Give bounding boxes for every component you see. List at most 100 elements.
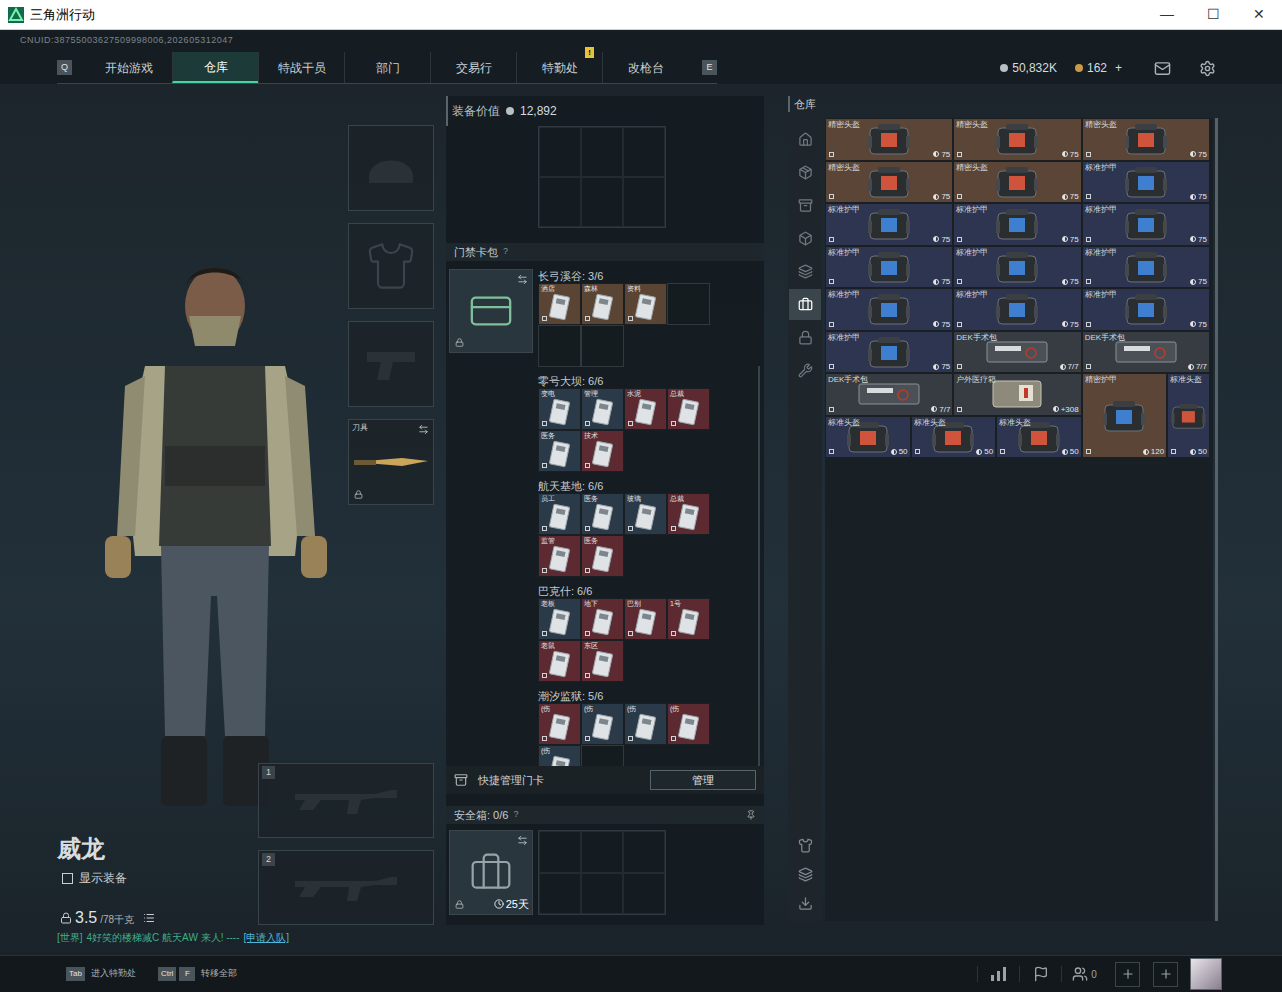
- keycard[interactable]: 员工: [538, 493, 581, 535]
- keycard[interactable]: 变电: [538, 388, 581, 430]
- warehouse-item[interactable]: 标准护甲75: [1082, 203, 1210, 246]
- warehouse-item[interactable]: 标准护甲75: [825, 246, 953, 289]
- warehouse-tab[interactable]: [789, 223, 821, 254]
- manage-button[interactable]: 管理: [650, 770, 756, 790]
- warehouse-item[interactable]: 精密头盔75: [1082, 118, 1210, 161]
- sort-icon[interactable]: [798, 896, 813, 911]
- keycard[interactable]: 酒店: [538, 283, 581, 325]
- warehouse-tab[interactable]: [789, 256, 821, 287]
- keycard[interactable]: 医务: [538, 430, 581, 472]
- nav-tab[interactable]: 交易行: [430, 52, 516, 83]
- layers-icon[interactable]: [798, 867, 813, 882]
- safe-box[interactable]: 25天: [449, 830, 533, 915]
- warehouse-item[interactable]: 标准头盔50: [1167, 373, 1210, 458]
- warehouse-item[interactable]: 标准护甲75: [825, 331, 953, 374]
- swap-icon[interactable]: [517, 274, 528, 285]
- keycard[interactable]: 东区: [581, 640, 624, 682]
- weapon-slot[interactable]: 2: [258, 850, 434, 925]
- nav-tab[interactable]: 特勤处!: [516, 52, 602, 83]
- nav-tab[interactable]: 特战干员: [258, 52, 344, 83]
- settings-icon[interactable]: [1199, 60, 1216, 77]
- join-team-link[interactable]: [申请入队]: [244, 931, 290, 945]
- nav-tab[interactable]: 部门: [344, 52, 430, 83]
- helmet-slot[interactable]: [348, 125, 434, 211]
- keycard[interactable]: 资料: [624, 283, 667, 325]
- warehouse-item[interactable]: 标准护甲75: [953, 203, 1081, 246]
- warehouse-item[interactable]: 精密头盔75: [825, 161, 953, 204]
- show-equipment[interactable]: 显示装备: [62, 869, 258, 887]
- warehouse-item[interactable]: 标准头盔50: [825, 416, 911, 459]
- warehouse-scrollbar[interactable]: [1215, 118, 1218, 921]
- keycard[interactable]: 老鼠: [538, 640, 581, 682]
- warehouse-item[interactable]: DEK手术包7/7: [825, 373, 953, 416]
- help-mark[interactable]: ?: [503, 245, 508, 259]
- warehouse-item[interactable]: 标准头盔50: [996, 416, 1082, 459]
- friends-icon[interactable]: [1072, 966, 1088, 982]
- keycard[interactable]: 地下: [581, 598, 624, 640]
- pistol-slot[interactable]: [348, 321, 434, 407]
- armor-slot[interactable]: [348, 223, 434, 309]
- warehouse-item[interactable]: 标准护甲75: [1082, 161, 1210, 204]
- warehouse-tab[interactable]: [789, 124, 821, 155]
- keycard[interactable]: 老板: [538, 598, 581, 640]
- window-control[interactable]: —: [1144, 0, 1190, 29]
- window-control[interactable]: ✕: [1236, 0, 1282, 29]
- nav-tab[interactable]: 改枪台: [602, 52, 688, 83]
- warehouse-tab[interactable]: [789, 322, 821, 353]
- knife-slot[interactable]: 刀具: [348, 419, 434, 505]
- help-mark[interactable]: ?: [513, 808, 518, 822]
- warehouse-item[interactable]: 精密头盔75: [953, 161, 1081, 204]
- keycard[interactable]: 技术: [581, 430, 624, 472]
- swap-icon[interactable]: [517, 835, 528, 846]
- keycard-pack[interactable]: [449, 269, 533, 353]
- keycard[interactable]: 总裁: [667, 493, 710, 535]
- warehouse-item[interactable]: 标准护甲75: [1082, 246, 1210, 289]
- warehouse-item[interactable]: 标准护甲75: [825, 203, 953, 246]
- currency-add[interactable]: +: [1115, 59, 1122, 77]
- warehouse-tab[interactable]: [789, 157, 821, 188]
- keycard[interactable]: (伤: [624, 703, 667, 745]
- nav-left-key[interactable]: Q: [57, 60, 72, 75]
- warehouse-tab[interactable]: [789, 355, 821, 386]
- warehouse-item[interactable]: 户外医疗箱+308: [953, 373, 1081, 416]
- keycard[interactable]: (伤: [667, 703, 710, 745]
- key-hint[interactable]: Tab进入特勤处: [66, 967, 136, 981]
- keycard[interactable]: 巴别: [624, 598, 667, 640]
- warehouse-item[interactable]: 标准护甲75: [953, 288, 1081, 331]
- stats-icon[interactable]: [990, 966, 1008, 982]
- warehouse-item[interactable]: 标准护甲75: [953, 246, 1081, 289]
- warehouse-item[interactable]: 精密头盔75: [825, 118, 953, 161]
- warehouse-item[interactable]: 精密头盔75: [953, 118, 1081, 161]
- pin-icon[interactable]: [746, 810, 756, 820]
- player-avatar[interactable]: [1190, 958, 1222, 990]
- keycard[interactable]: (伤: [538, 703, 581, 745]
- keycard[interactable]: 玻璃: [624, 493, 667, 535]
- warehouse-item[interactable]: DEK手术包7/7: [1082, 331, 1210, 374]
- keycard[interactable]: 医务: [581, 493, 624, 535]
- keycard[interactable]: 总裁: [667, 388, 710, 430]
- window-control[interactable]: ☐: [1190, 0, 1236, 29]
- flag-icon[interactable]: [1033, 966, 1049, 982]
- invite-slot[interactable]: [1115, 962, 1140, 987]
- keycard[interactable]: (伤: [581, 703, 624, 745]
- mail-icon[interactable]: [1154, 60, 1171, 77]
- nav-right-key[interactable]: E: [702, 60, 717, 75]
- warehouse-tab[interactable]: [789, 190, 821, 221]
- keycard[interactable]: 监管: [538, 535, 581, 577]
- keycard[interactable]: (伤: [538, 745, 581, 766]
- warehouse-tab[interactable]: [789, 289, 821, 320]
- warehouse-item[interactable]: 精密护甲120: [1082, 373, 1168, 458]
- key-hint[interactable]: CtrlF转移全部: [158, 967, 237, 981]
- keycard[interactable]: 医务: [581, 535, 624, 577]
- warehouse-item[interactable]: DEK手术包7/7: [953, 331, 1081, 374]
- keycard[interactable]: 1号: [667, 598, 710, 640]
- list-icon[interactable]: [143, 912, 155, 924]
- outfit-icon[interactable]: [798, 838, 813, 853]
- warehouse-item[interactable]: 标准护甲75: [1082, 288, 1210, 331]
- invite-slot[interactable]: [1153, 962, 1178, 987]
- warehouse-item[interactable]: 标准头盔50: [911, 416, 997, 459]
- keycard[interactable]: 管理: [581, 388, 624, 430]
- checkbox[interactable]: [62, 873, 73, 884]
- swap-icon[interactable]: [418, 424, 429, 435]
- nav-tab[interactable]: 开始游戏: [86, 52, 172, 83]
